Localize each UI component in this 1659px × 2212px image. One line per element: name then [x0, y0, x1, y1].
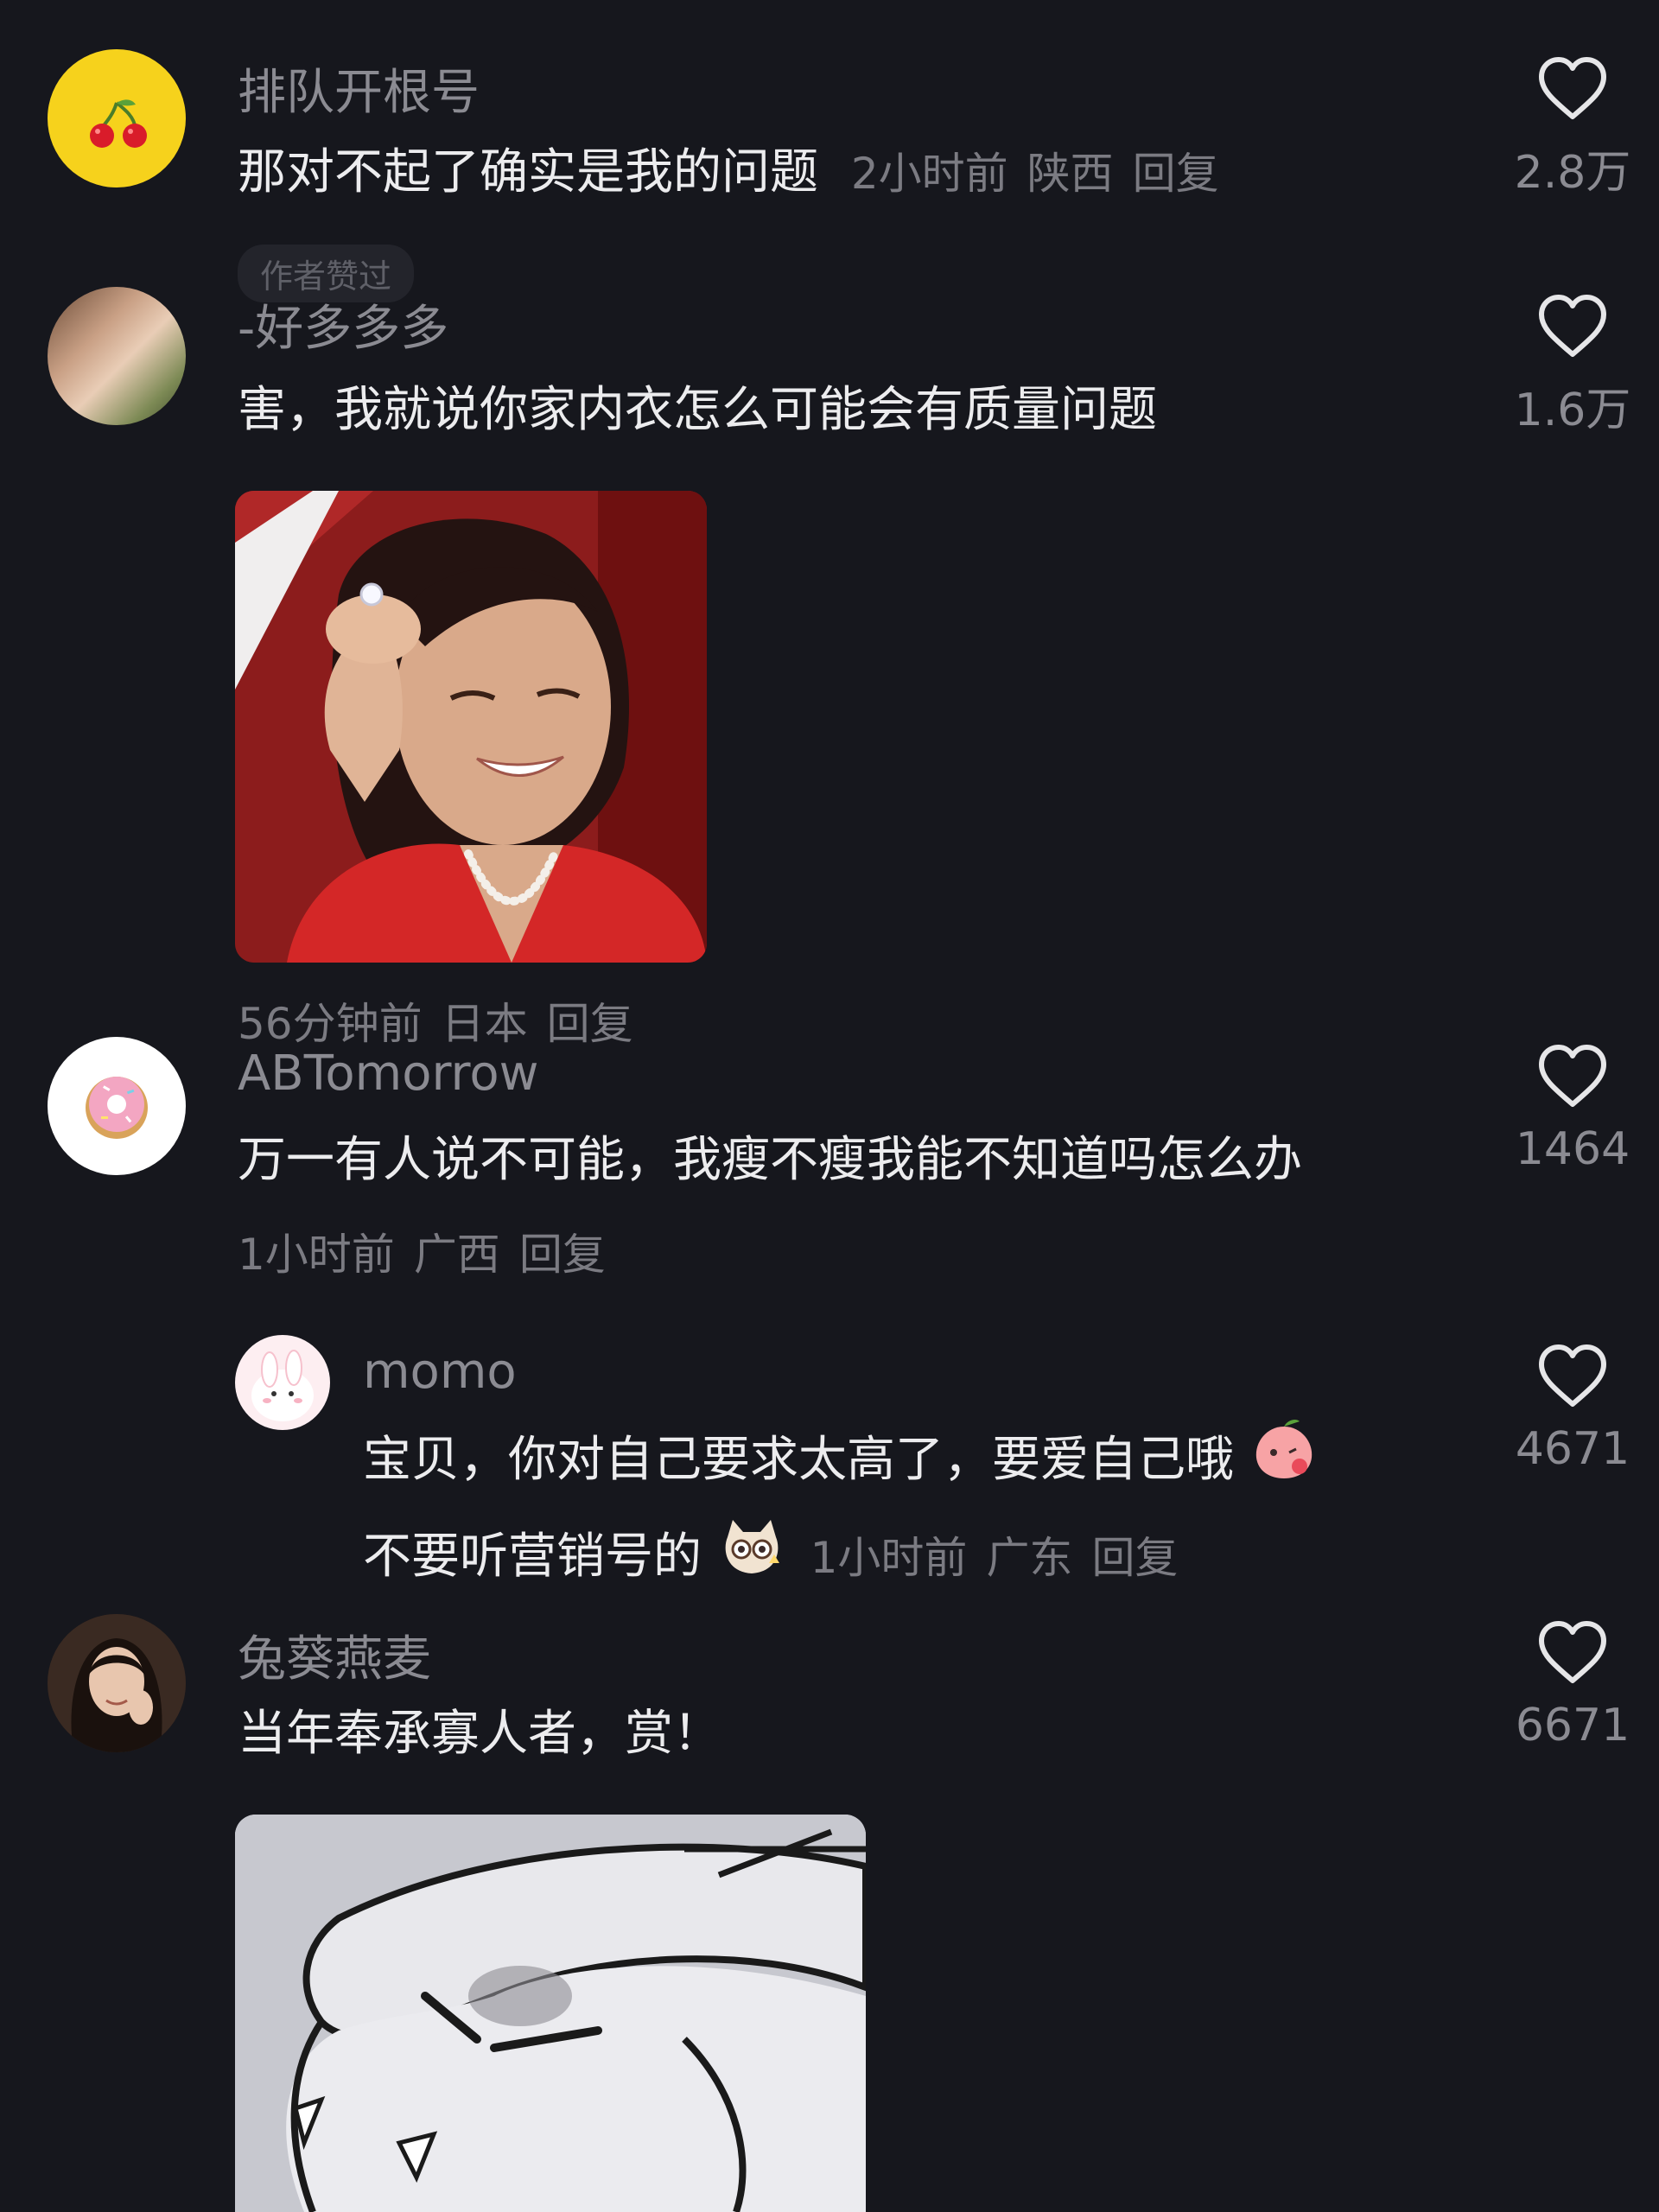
comment-image[interactable]: [235, 1815, 866, 2212]
heart-outline-icon: [1539, 1621, 1606, 1683]
cartoon-dragon-sticker: [235, 1815, 866, 2212]
comment-item: 兔葵燕麦 当年奉承寡人者，赏！ 6671: [0, 0, 1659, 2212]
photo-woman-portrait: [48, 1614, 186, 1752]
username[interactable]: 兔葵燕麦: [238, 1620, 431, 1690]
comment-text: 当年奉承寡人者，赏！: [238, 1706, 721, 1762]
avatar[interactable]: [48, 1614, 186, 1752]
like-button[interactable]: 6671: [1482, 1620, 1659, 1751]
like-count: 6671: [1515, 1700, 1630, 1751]
